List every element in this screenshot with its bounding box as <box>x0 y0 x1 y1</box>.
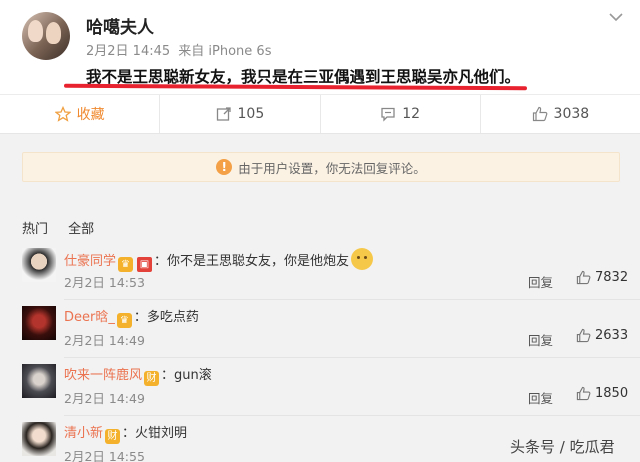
comment-text: 多吃点药 <box>146 310 199 325</box>
reply-restricted-notice: ! 由于用户设置，你无法回复评论。 <box>22 152 620 182</box>
reply-button[interactable]: 回复 <box>528 388 553 407</box>
like-button[interactable]: 3038 <box>479 95 640 133</box>
action-bar: 收藏 105 12 3038 <box>0 94 640 134</box>
notice-text: 由于用户设置，你无法回复评论。 <box>238 160 426 176</box>
post-meta: 2月2日 14:45 来自 iPhone 6s <box>86 40 275 59</box>
post-username[interactable]: 哈噶夫人 <box>86 13 154 38</box>
comment-item: 吹来一阵鹿风财：gun滚 2月2日 14:49 回复 1850 <box>0 358 640 416</box>
comment-icon <box>381 107 395 122</box>
thumbs-up-icon <box>576 386 591 401</box>
wealth-badge-icon: 财 <box>105 429 121 444</box>
comment-like-button[interactable]: 2633 <box>576 328 628 343</box>
weibo-post-page: 哈噶夫人 2月2日 14:45 来自 iPhone 6s 我不是王思聪新女友，我… <box>0 0 640 462</box>
commenter-name[interactable]: Deer晗_ <box>64 310 115 325</box>
commenter-name[interactable]: 清小新 <box>64 426 103 441</box>
comment-time: 2月2日 14:55 <box>64 449 145 462</box>
comment-separator: ： <box>133 310 147 325</box>
repost-icon <box>216 107 231 121</box>
comments-section: ! 由于用户设置，你无法回复评论。 热门 全部 仕豪同学 ♛ ▣ ：你不是王思聪女友，… <box>0 134 640 462</box>
comment-like-count: 7832 <box>595 270 629 285</box>
comment-like-count: 2633 <box>595 328 629 343</box>
comment-time: 2月2日 14:53 <box>64 275 145 290</box>
reply-button[interactable]: 回复 <box>528 330 553 349</box>
comment-item: Deer晗_ ♛ ：多吃点药 2月2日 14:49 回复 2633 <box>0 300 640 358</box>
comment-text: gun滚 <box>174 368 212 383</box>
comment-count: 12 <box>402 106 421 122</box>
commenter-name[interactable]: 仕豪同学 <box>64 254 116 269</box>
commenter-name[interactable]: 吹来一阵鹿风 <box>64 368 142 383</box>
reply-button[interactable]: 回复 <box>528 272 553 291</box>
star-icon <box>54 106 71 122</box>
crown-badge-icon: ♛ <box>118 257 134 272</box>
post-date: 2月2日 14:45 <box>86 44 171 59</box>
watermark: 头条号 / 吃瓜君 <box>510 438 615 456</box>
doge-emoji-icon <box>351 248 374 270</box>
like-count: 3038 <box>553 106 590 122</box>
repost-button[interactable]: 105 <box>159 95 319 133</box>
chevron-down-icon[interactable] <box>609 12 623 22</box>
commenter-avatar[interactable] <box>22 364 56 398</box>
comment-like-count: 1850 <box>595 386 629 401</box>
comment-text: 火钳刘明 <box>135 426 188 441</box>
commenter-avatar[interactable] <box>22 306 56 340</box>
comment-filter: 热门 全部 <box>22 218 110 237</box>
comment-text: 你不是王思聪女友，你是他炮友 <box>167 254 350 269</box>
comment-separator: ： <box>122 426 136 441</box>
comment-item: 仕豪同学 ♛ ▣ ：你不是王思聪女友，你是他炮友 2月2日 14:53 回复 7832 <box>0 242 640 300</box>
post-source: 来自 iPhone 6s <box>178 44 272 59</box>
comment-time: 2月2日 14:49 <box>64 333 145 348</box>
commenter-avatar[interactable] <box>22 248 56 282</box>
comment-button[interactable]: 12 <box>319 95 480 133</box>
favorite-button[interactable]: 收藏 <box>0 95 159 133</box>
gift-badge-icon: ▣ <box>137 257 153 272</box>
wealth-badge-icon: 财 <box>144 371 160 386</box>
comment-separator: ： <box>161 368 175 383</box>
repost-count: 105 <box>237 106 265 122</box>
thumbs-up-icon <box>576 270 591 285</box>
thumbs-up-icon <box>576 328 591 343</box>
comment-like-button[interactable]: 1850 <box>576 386 628 401</box>
avatar[interactable] <box>22 12 70 60</box>
filter-hot[interactable]: 热门 <box>22 222 48 237</box>
favorite-label: 收藏 <box>76 107 105 123</box>
thumbs-up-icon <box>532 106 547 122</box>
comment-separator: ： <box>154 254 168 269</box>
comment-time: 2月2日 14:49 <box>64 391 145 406</box>
post-card: 哈噶夫人 2月2日 14:45 来自 iPhone 6s 我不是王思聪新女友，我… <box>0 0 640 94</box>
crown-badge-icon: ♛ <box>116 313 132 328</box>
filter-all[interactable]: 全部 <box>68 222 94 237</box>
commenter-avatar[interactable] <box>22 422 56 456</box>
warning-icon: ! <box>216 159 233 175</box>
comment-like-button[interactable]: 7832 <box>576 270 628 285</box>
